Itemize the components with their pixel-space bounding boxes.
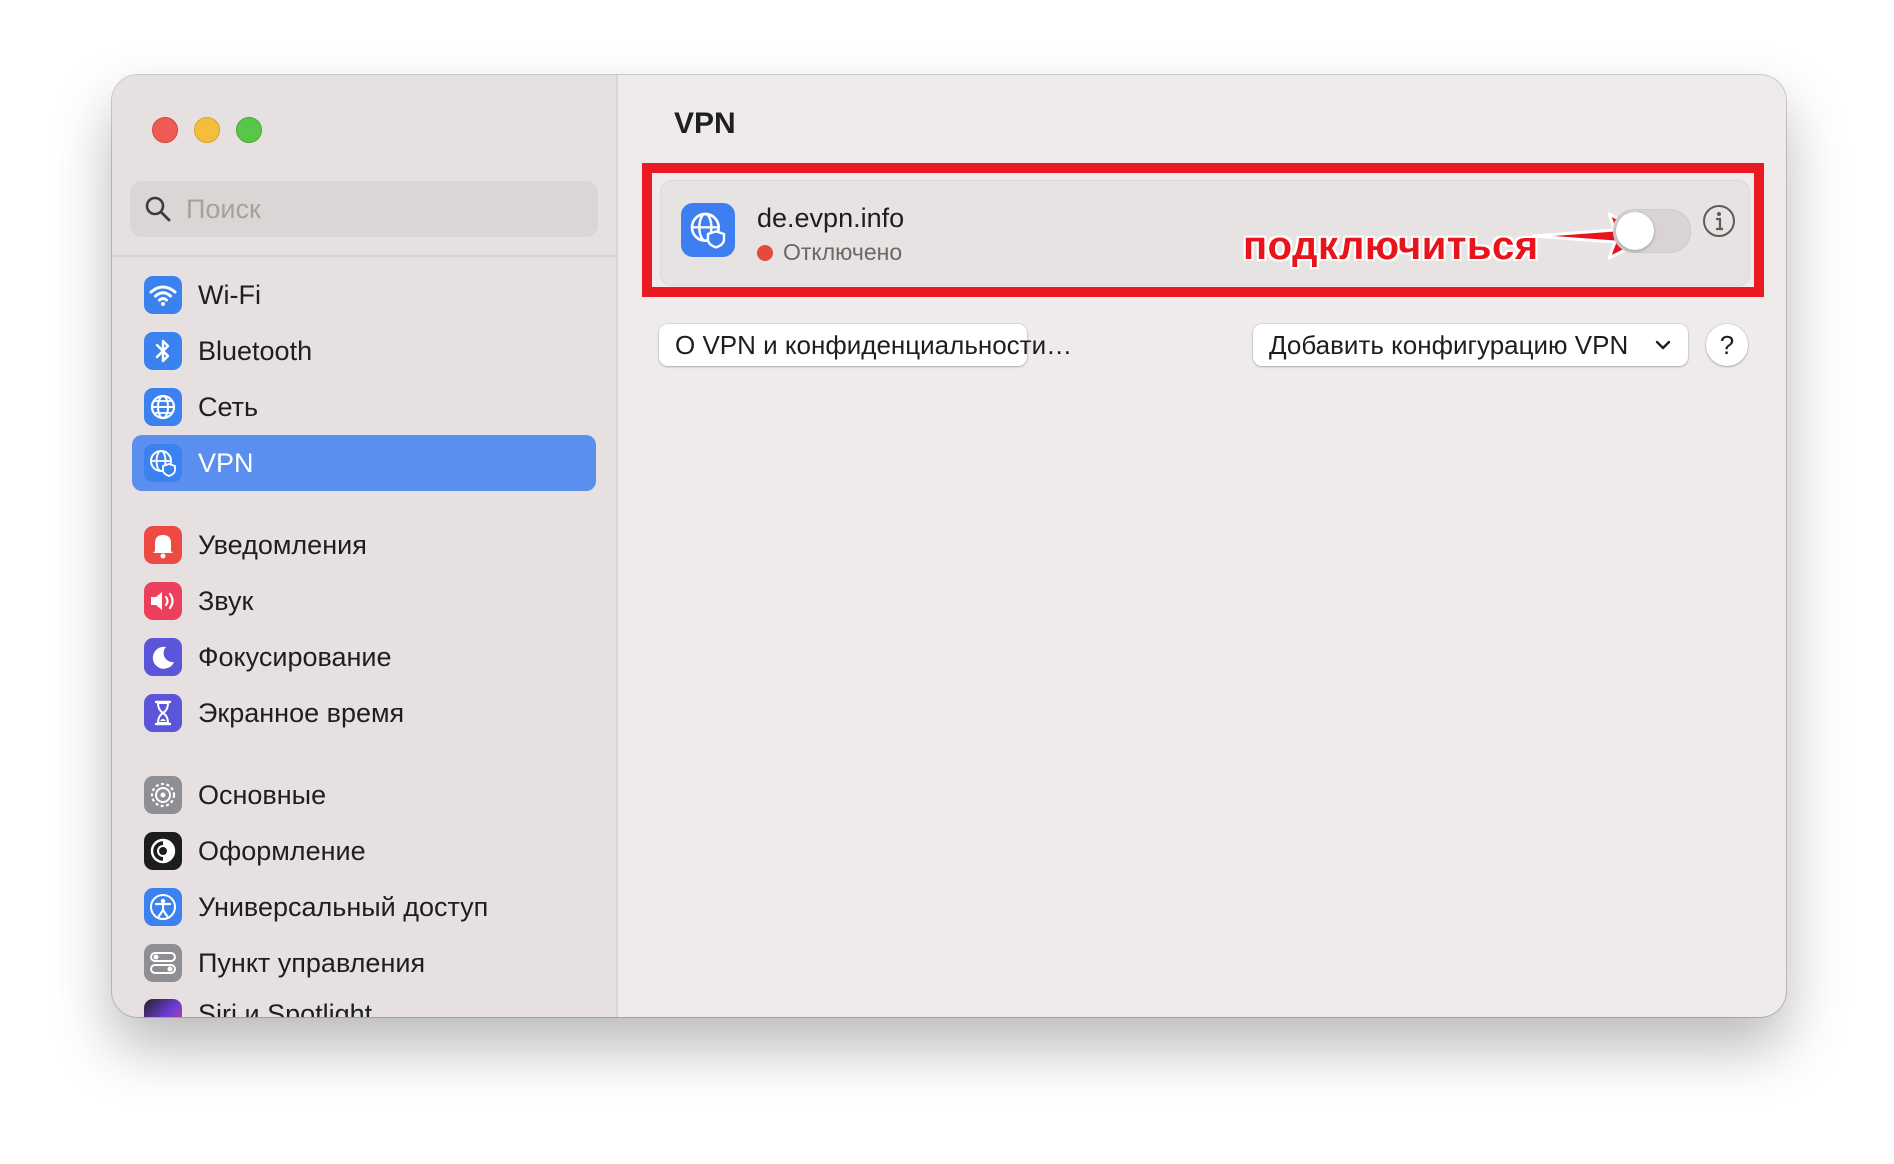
about-vpn-privacy-label: О VPN и конфиденциальности…	[675, 329, 1073, 360]
main-content: de.evpn.info Отключено подключиться О VP…	[112, 75, 1786, 1017]
about-vpn-privacy-button[interactable]: О VPN и конфиденциальности…	[659, 324, 1072, 366]
add-vpn-configuration-label: Добавить конфигурацию VPN	[1269, 329, 1629, 360]
help-label: ?	[1719, 329, 1735, 360]
add-vpn-configuration-button[interactable]: Добавить конфигурацию VPN	[1253, 324, 1688, 366]
help-button[interactable]: ?	[1706, 324, 1748, 366]
annotation-highlight-frame	[642, 163, 1764, 297]
chevron-down-icon	[1655, 340, 1671, 350]
